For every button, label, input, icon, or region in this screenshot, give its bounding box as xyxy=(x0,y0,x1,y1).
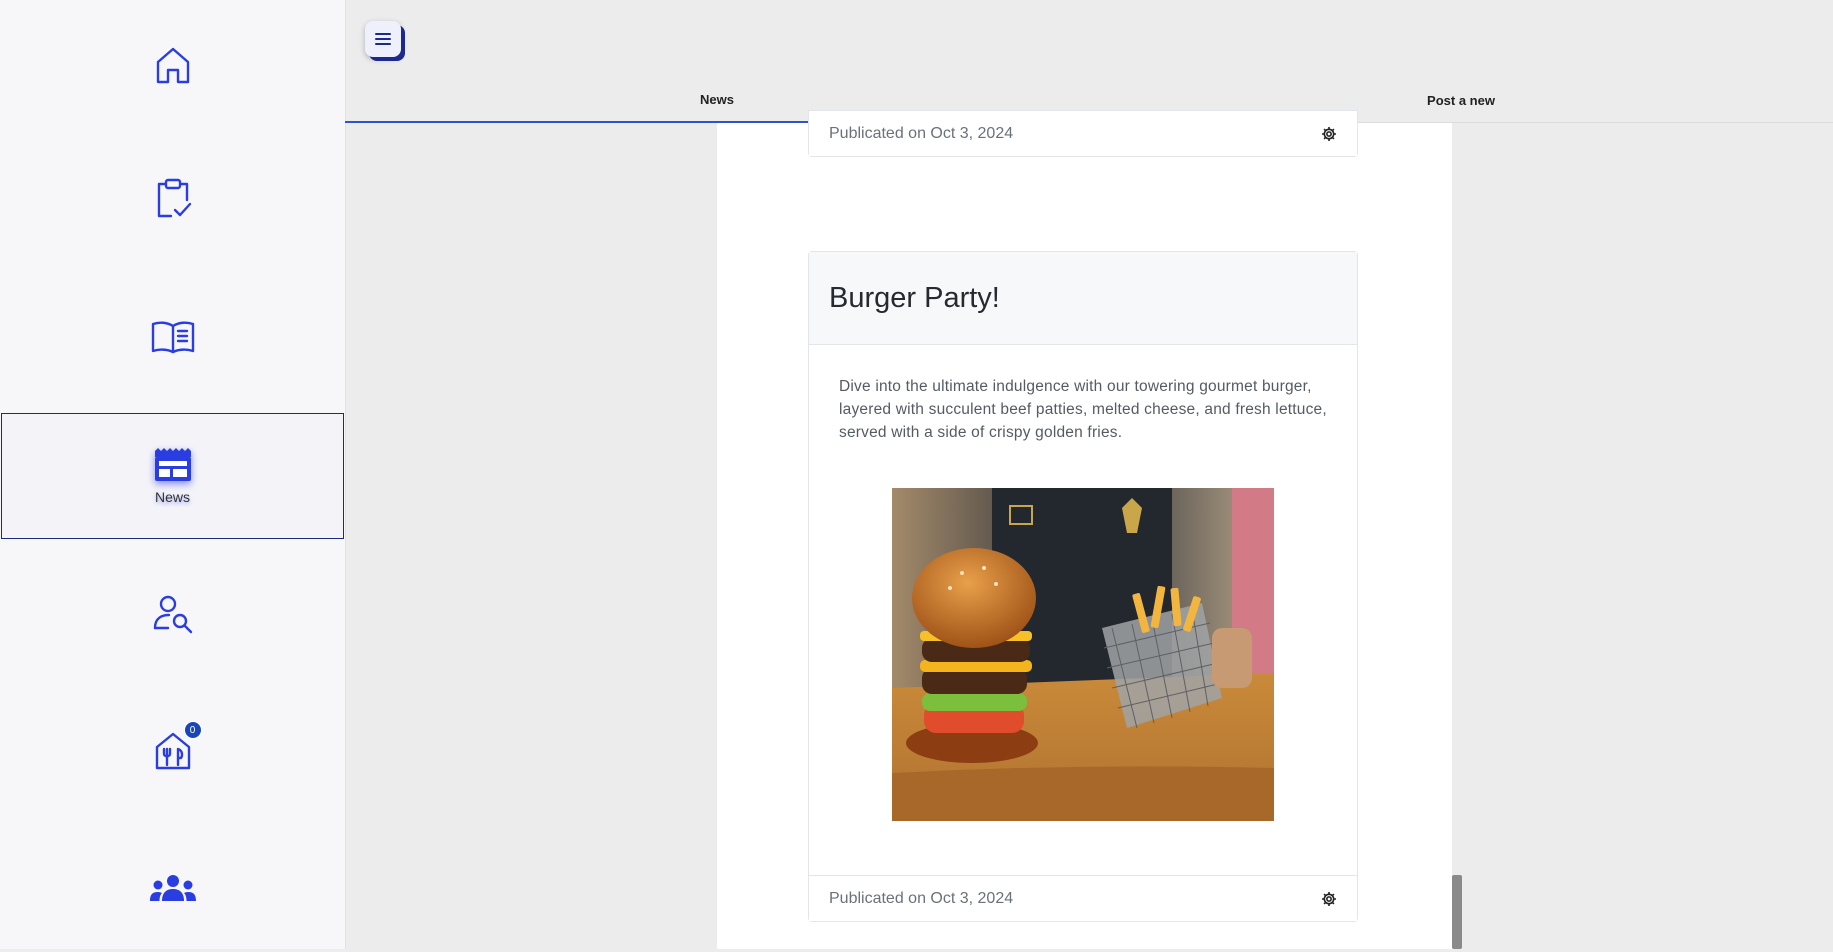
sidebar-item-tasks[interactable] xyxy=(1,136,344,262)
news-card: Publicated on Oct 3, 2024 xyxy=(808,110,1358,157)
gear-icon[interactable] xyxy=(1321,891,1337,907)
sidebar-item-news[interactable]: News xyxy=(1,413,344,539)
home-icon xyxy=(156,47,189,84)
gear-icon[interactable] xyxy=(1321,126,1337,142)
scrollbar-track[interactable] xyxy=(1452,123,1462,949)
notification-badge: 0 xyxy=(183,721,202,739)
open-book-icon xyxy=(151,321,194,354)
card-footer: Publicated on Oct 3, 2024 xyxy=(809,875,1357,921)
scrollbar-thumb[interactable] xyxy=(1452,875,1462,949)
publish-date: Publicated on Oct 3, 2024 xyxy=(829,124,1014,142)
newspaper-icon xyxy=(154,448,191,481)
post-body: Dive into the ultimate indulgence with o… xyxy=(839,378,1327,441)
card-footer: Publicated on Oct 3, 2024 xyxy=(809,110,1357,156)
sidebar-item-home[interactable] xyxy=(1,2,344,128)
group-icon xyxy=(149,875,196,901)
sidebar-item-team[interactable] xyxy=(1,826,344,952)
card-header: Burger Party! xyxy=(809,252,1357,345)
hamburger-icon xyxy=(375,33,391,45)
user-search-icon xyxy=(153,595,192,634)
sidebar-item-restaurant[interactable]: 0 xyxy=(1,688,344,814)
news-card: Burger Party! Dive into the ultimate ind… xyxy=(808,251,1358,922)
sidebar-item-search-user[interactable] xyxy=(1,551,344,677)
sidebar-item-label: News xyxy=(154,489,190,505)
restaurant-icon-wrapper: 0 xyxy=(154,721,202,771)
post-title: Burger Party! xyxy=(829,281,1000,314)
burger-and-fries-photo xyxy=(892,488,1274,821)
sidebar: News 0 xyxy=(0,0,346,949)
sidebar-item-menu[interactable] xyxy=(1,274,344,400)
clipboard-check-icon xyxy=(157,178,191,218)
publish-date: Publicated on Oct 3, 2024 xyxy=(829,889,1014,907)
menu-toggle-button[interactable] xyxy=(365,21,401,57)
restaurant-house-icon xyxy=(155,732,190,770)
